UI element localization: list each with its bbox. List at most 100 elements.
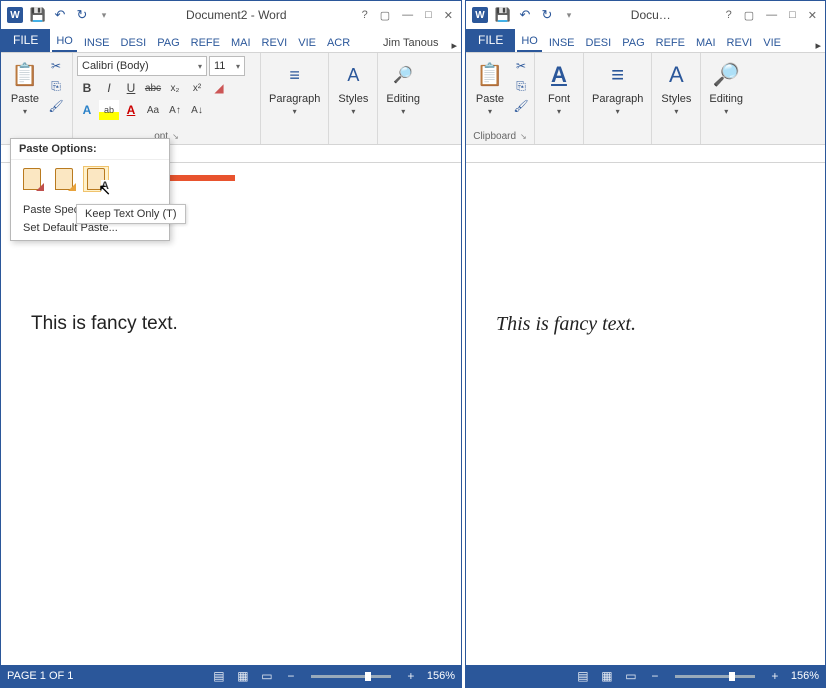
editing-button[interactable]: 🔎 Editing ▾ bbox=[705, 56, 747, 116]
document-page[interactable]: This is fancy text. bbox=[466, 163, 825, 336]
zoom-slider[interactable] bbox=[675, 675, 755, 678]
dropdown-icon[interactable]: ▾ bbox=[616, 107, 620, 116]
strikethrough-button[interactable]: abc bbox=[143, 78, 163, 98]
grow-font-icon[interactable]: A↑ bbox=[165, 100, 185, 120]
dropdown-icon[interactable]: ▾ bbox=[293, 107, 297, 116]
tab-design[interactable]: DESI bbox=[582, 33, 616, 52]
tabs-more-icon[interactable]: ▸ bbox=[447, 39, 461, 52]
paste-dropdown-icon[interactable]: ▾ bbox=[23, 107, 27, 116]
font-name-combo[interactable]: Calibri (Body) ▾ bbox=[77, 56, 207, 76]
document-area-right[interactable]: This is fancy text. bbox=[466, 145, 825, 665]
tab-design[interactable]: DESI bbox=[117, 33, 151, 52]
zoom-in-icon[interactable]: + bbox=[767, 668, 783, 684]
web-layout-icon[interactable]: ▭ bbox=[259, 668, 275, 684]
user-name[interactable]: Jim Tanous bbox=[379, 33, 444, 52]
help-icon[interactable]: ? bbox=[362, 9, 368, 22]
tab-insert[interactable]: INSE bbox=[545, 33, 579, 52]
copy-icon[interactable]: ⎘ bbox=[512, 78, 530, 94]
zoom-out-icon[interactable]: − bbox=[647, 668, 663, 684]
tabs-more-icon[interactable]: ▸ bbox=[811, 39, 825, 52]
tab-home[interactable]: HO bbox=[517, 31, 542, 52]
redo-icon[interactable]: ↻ bbox=[540, 8, 554, 22]
underline-button[interactable]: U bbox=[121, 78, 141, 98]
tab-references[interactable]: REFE bbox=[187, 33, 224, 52]
dropdown-icon[interactable]: ▾ bbox=[401, 107, 405, 116]
zoom-in-icon[interactable]: + bbox=[403, 668, 419, 684]
styles-button[interactable]: A Styles ▾ bbox=[333, 56, 373, 116]
minimize-icon[interactable]: — bbox=[766, 9, 777, 22]
copy-icon[interactable]: ⎘ bbox=[47, 78, 65, 94]
font-button[interactable]: A Font ▾ bbox=[539, 56, 579, 116]
tab-review[interactable]: REVI bbox=[258, 33, 292, 52]
redo-icon[interactable]: ↻ bbox=[75, 8, 89, 22]
paragraph-button[interactable]: ≡ Paragraph ▾ bbox=[588, 56, 647, 116]
print-layout-icon[interactable]: ▦ bbox=[599, 668, 615, 684]
tab-file[interactable]: FILE bbox=[466, 29, 515, 52]
close-icon[interactable]: ✕ bbox=[444, 9, 453, 22]
zoom-value[interactable]: 156% bbox=[427, 670, 455, 682]
dropdown-icon[interactable]: ▾ bbox=[351, 107, 355, 116]
paste-button[interactable]: 📋 Paste ▾ bbox=[5, 56, 45, 116]
cut-icon[interactable]: ✂ bbox=[512, 58, 530, 74]
editing-button[interactable]: 🔎 Editing ▾ bbox=[382, 56, 424, 116]
maximize-icon[interactable]: □ bbox=[789, 9, 796, 22]
save-icon[interactable]: 💾 bbox=[496, 8, 510, 22]
change-case-icon[interactable]: Aa bbox=[143, 100, 163, 120]
tab-file[interactable]: FILE bbox=[1, 29, 50, 52]
cut-icon[interactable]: ✂ bbox=[47, 58, 65, 74]
tab-review[interactable]: REVI bbox=[723, 33, 757, 52]
dropdown-icon[interactable]: ▾ bbox=[674, 107, 678, 116]
read-mode-icon[interactable]: ▤ bbox=[575, 668, 591, 684]
web-layout-icon[interactable]: ▭ bbox=[623, 668, 639, 684]
tab-insert[interactable]: INSE bbox=[80, 33, 114, 52]
tab-page-layout[interactable]: PAG bbox=[153, 33, 183, 52]
dropdown-icon[interactable]: ▾ bbox=[724, 107, 728, 116]
keep-source-formatting-icon[interactable] bbox=[19, 166, 45, 192]
paste-button[interactable]: 📋 Paste ▾ bbox=[470, 56, 510, 116]
print-layout-icon[interactable]: ▦ bbox=[235, 668, 251, 684]
close-icon[interactable]: ✕ bbox=[808, 9, 817, 22]
tab-page-layout[interactable]: PAG bbox=[618, 33, 648, 52]
dropdown-icon[interactable]: ▾ bbox=[488, 107, 492, 116]
format-painter-icon[interactable]: 🖌 bbox=[512, 98, 530, 114]
tab-references[interactable]: REFE bbox=[652, 33, 689, 52]
font-color-icon[interactable]: A bbox=[121, 100, 141, 120]
shrink-font-icon[interactable]: A↓ bbox=[187, 100, 207, 120]
superscript-button[interactable]: x² bbox=[187, 78, 207, 98]
format-painter-icon[interactable]: 🖌 bbox=[47, 98, 65, 114]
document-text[interactable]: This is fancy text. bbox=[31, 313, 441, 335]
document-text[interactable]: This is fancy text. bbox=[496, 313, 805, 336]
dropdown-icon[interactable]: ▾ bbox=[557, 107, 561, 116]
tab-view[interactable]: VIE bbox=[759, 33, 785, 52]
font-size-combo[interactable]: 11 ▾ bbox=[209, 56, 245, 76]
page-indicator[interactable]: PAGE 1 OF 1 bbox=[7, 670, 73, 682]
ribbon-display-icon[interactable]: ▢ bbox=[380, 9, 390, 22]
highlight-icon[interactable]: ab bbox=[99, 100, 119, 120]
qat-customize-icon[interactable]: ▾ bbox=[562, 8, 576, 22]
text-effects-icon[interactable]: A bbox=[77, 100, 97, 120]
dialog-launcher-icon[interactable]: ↘ bbox=[520, 132, 527, 141]
italic-button[interactable]: I bbox=[99, 78, 119, 98]
styles-button[interactable]: A Styles ▾ bbox=[656, 56, 696, 116]
help-icon[interactable]: ? bbox=[726, 9, 732, 22]
tab-home[interactable]: HO bbox=[52, 31, 77, 52]
read-mode-icon[interactable]: ▤ bbox=[211, 668, 227, 684]
ribbon-display-icon[interactable]: ▢ bbox=[744, 9, 754, 22]
minimize-icon[interactable]: — bbox=[402, 9, 413, 22]
subscript-button[interactable]: x₂ bbox=[165, 78, 185, 98]
undo-icon[interactable]: ↶ bbox=[53, 8, 67, 22]
horizontal-ruler[interactable] bbox=[466, 145, 825, 163]
zoom-out-icon[interactable]: − bbox=[283, 668, 299, 684]
tab-view[interactable]: VIE bbox=[294, 33, 320, 52]
maximize-icon[interactable]: □ bbox=[425, 9, 432, 22]
save-icon[interactable]: 💾 bbox=[31, 8, 45, 22]
undo-icon[interactable]: ↶ bbox=[518, 8, 532, 22]
tab-acrobat[interactable]: ACR bbox=[323, 33, 354, 52]
paragraph-button[interactable]: ≡ Paragraph ▾ bbox=[265, 56, 324, 116]
zoom-slider[interactable] bbox=[311, 675, 391, 678]
bold-button[interactable]: B bbox=[77, 78, 97, 98]
qat-customize-icon[interactable]: ▾ bbox=[97, 8, 111, 22]
dialog-launcher-icon[interactable]: ↘ bbox=[172, 132, 179, 141]
clear-formatting-icon[interactable]: ◢ bbox=[209, 78, 229, 98]
tab-mailings[interactable]: MAI bbox=[227, 33, 255, 52]
